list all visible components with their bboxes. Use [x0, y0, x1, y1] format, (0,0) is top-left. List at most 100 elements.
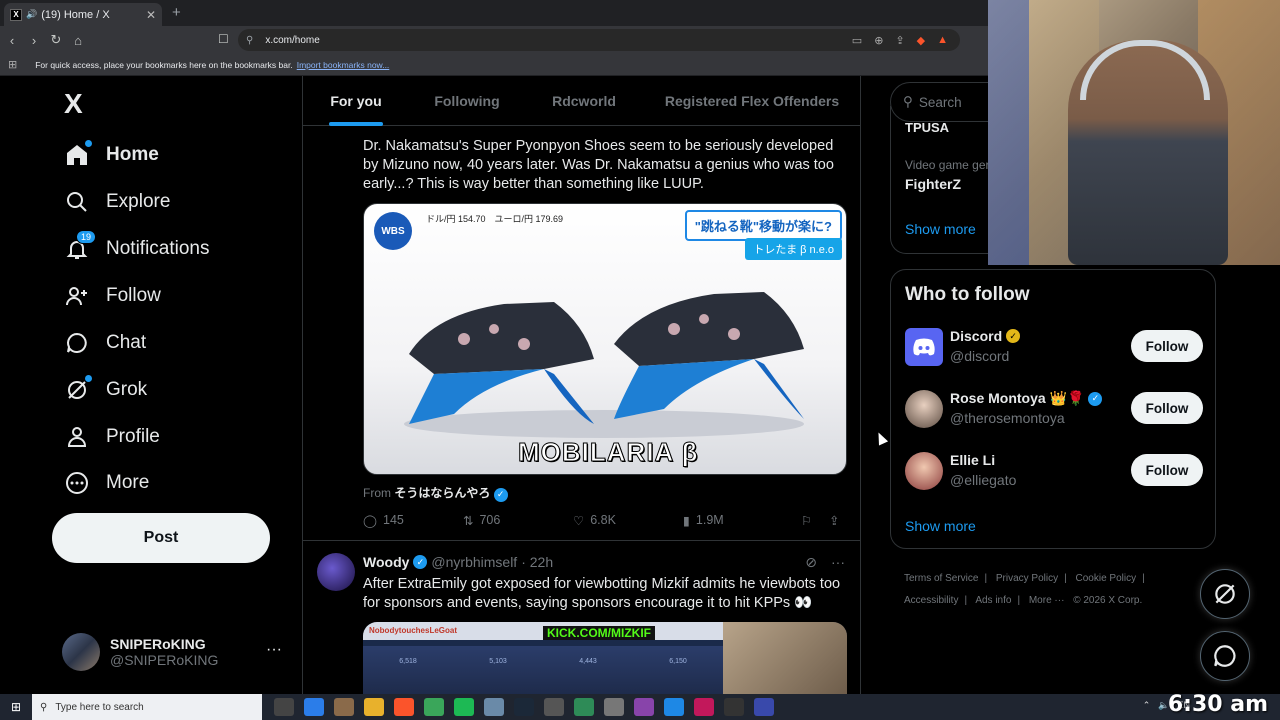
trend-item[interactable]: TPUSA [905, 120, 949, 135]
suggestion-handle[interactable]: @discord [950, 348, 1009, 364]
more-options-icon[interactable]: ··· [831, 554, 845, 571]
windows-start-icon[interactable]: ⊞ [0, 694, 32, 720]
x-logo-icon[interactable]: X [64, 88, 83, 120]
nav-item-more[interactable]: More [64, 463, 149, 503]
back-icon[interactable]: ‹ [2, 33, 22, 48]
reload-icon[interactable]: ↻ [46, 32, 66, 48]
tray-overflow-icon[interactable]: ⌃ [1143, 700, 1151, 711]
nav-label-more: More [106, 472, 150, 493]
tweet[interactable]: Woody ✓ @nyrbhimself · 22h ⊘ ··· After E… [303, 541, 861, 694]
suggestion-handle[interactable]: @therosemontoya [950, 410, 1065, 426]
tab-following[interactable]: Following [409, 76, 525, 126]
close-tab-icon[interactable]: ✕ [146, 8, 156, 22]
tweet-top-actions: ⊘ ··· [805, 554, 845, 571]
account-more-icon[interactable]: ··· [266, 641, 282, 659]
app-icon[interactable] [724, 698, 744, 716]
nav-item-explore[interactable]: Explore [64, 182, 170, 222]
accessibility-link[interactable]: Accessibility [904, 595, 958, 606]
suggestion-handle[interactable]: @elliegato [950, 472, 1016, 488]
like-button[interactable]: ♡ 6.8K [573, 513, 683, 528]
taskbar-search-input[interactable]: ⚲ Type here to search [32, 694, 262, 720]
author-handle[interactable]: @nyrbhimself [431, 554, 517, 570]
app-icon[interactable] [664, 698, 684, 716]
nav-item-notifications[interactable]: 19 Notifications [64, 229, 210, 269]
chat-fab-button[interactable] [1200, 631, 1250, 681]
steam-icon[interactable] [514, 698, 534, 716]
follow-suggestion[interactable]: Ellie Li @elliegato Follow [905, 448, 1203, 498]
nav-item-home[interactable]: Home [64, 135, 159, 175]
suggestion-name[interactable]: Discord [950, 328, 1002, 344]
suggestion-name[interactable]: Ellie Li [950, 452, 995, 468]
show-more-suggestions-link[interactable]: Show more [905, 518, 976, 534]
app-icon[interactable] [574, 698, 594, 716]
home-page-icon[interactable]: ⌂ [68, 33, 88, 48]
cookie-link[interactable]: Cookie Policy [1076, 573, 1137, 584]
follow-suggestion[interactable]: Rose Montoya 👑🌹 ✓ @therosemontoya Follow [905, 386, 1203, 436]
nav-item-follow[interactable]: Follow [64, 276, 161, 316]
app-icon[interactable] [754, 698, 774, 716]
avatar[interactable] [317, 553, 355, 591]
views-button[interactable]: ▮ 1.9M [683, 513, 801, 528]
ads-info-link[interactable]: Ads info [975, 595, 1011, 606]
more-footer-link[interactable]: More ··· [1029, 595, 1065, 606]
from-name[interactable]: そうはならんやろ [394, 486, 490, 500]
file-explorer-icon[interactable] [364, 698, 384, 716]
suggestion-name[interactable]: Rose Montoya 👑🌹 [950, 390, 1084, 407]
tweet-media-image[interactable]: WBS ドル/円 154.70 ユーロ/円 179.69 "跳ねる靴"移動が楽に… [363, 203, 847, 475]
tab-for-you[interactable]: For you [303, 76, 409, 126]
address-bar[interactable]: ⚲ x.com/home ▭ ⊕ ⇪ ◆ ▲ [238, 29, 960, 51]
nav-item-profile[interactable]: Profile [64, 417, 160, 457]
nav-item-chat[interactable]: Chat [64, 323, 146, 363]
spotify-icon[interactable] [454, 698, 474, 716]
new-tab-button[interactable]: + [172, 4, 181, 21]
browser-tab[interactable]: X 🔊 (19) Home / X ✕ [4, 3, 162, 26]
share-icon[interactable]: ⇪ [829, 513, 839, 528]
camera-icon[interactable] [544, 698, 564, 716]
audio-icon[interactable]: 🔊 [26, 9, 37, 20]
tweet-media-video[interactable]: NobodytouchesLeGoat KICK.COM/MIZKIF 6,51… [363, 622, 847, 694]
tweet[interactable]: Dr. Nakamatsu's Super Pyonpyon Shoes see… [303, 126, 861, 541]
show-more-trends-link[interactable]: Show more [905, 221, 976, 237]
apps-grid-icon[interactable]: ⊞ [8, 58, 17, 71]
terms-link[interactable]: Terms of Service [904, 573, 978, 584]
follow-suggestion[interactable]: Discord ✓ @discord Follow [905, 324, 1203, 374]
account-switcher[interactable]: SNIPERoKING @SNIPERoKING ··· [62, 629, 292, 675]
tab-registered-flex-offenders[interactable]: Registered Flex Offenders [643, 76, 861, 126]
trend-item[interactable]: FighterZ [905, 176, 961, 192]
author-name[interactable]: Woody [363, 554, 409, 570]
edge-icon[interactable] [304, 698, 324, 716]
brave-icon[interactable] [394, 698, 414, 716]
follow-button[interactable]: Follow [1131, 392, 1203, 424]
tweet-time[interactable]: · 22h [521, 554, 553, 570]
grok-fab-button[interactable] [1200, 569, 1250, 619]
bookmark-icon[interactable]: ⚐ [801, 513, 829, 528]
app-icon[interactable] [634, 698, 654, 716]
repost-button[interactable]: ⇅ 706 [463, 513, 573, 528]
brave-shield-icon[interactable]: ◆ [917, 34, 925, 47]
reply-button[interactable]: ◯ 145 [363, 513, 463, 528]
tweet-source[interactable]: From そうはならんやろ ✓ [363, 484, 508, 502]
app-icon[interactable] [484, 698, 504, 716]
import-bookmarks-link[interactable]: Import bookmarks now... [297, 60, 390, 70]
task-view-icon[interactable] [274, 698, 294, 716]
share-icon[interactable]: ⇪ [895, 34, 904, 47]
app-icon[interactable] [424, 698, 444, 716]
forward-icon[interactable]: › [24, 33, 44, 48]
brave-rewards-icon[interactable]: ▲ [937, 34, 948, 47]
follow-button[interactable]: Follow [1131, 454, 1203, 486]
app-icon[interactable] [604, 698, 624, 716]
cast-icon[interactable]: ▭ [852, 34, 862, 47]
privacy-link[interactable]: Privacy Policy [996, 573, 1058, 584]
tab-rdcworld[interactable]: Rdcworld [525, 76, 643, 126]
post-button[interactable]: Post [52, 513, 270, 563]
site-info-icon[interactable]: ⚲ [246, 35, 253, 46]
app-icon[interactable] [694, 698, 714, 716]
nav-item-grok[interactable]: Grok [64, 370, 147, 410]
zoom-icon[interactable]: ⊕ [874, 34, 883, 47]
grok-icon[interactable]: ⊘ [805, 554, 817, 571]
bookmark-page-icon[interactable]: ☐ [218, 32, 229, 46]
url-text[interactable]: x.com/home [265, 35, 851, 46]
app-icon[interactable] [334, 698, 354, 716]
follow-button[interactable]: Follow [1131, 330, 1203, 362]
clock[interactable]: 6:30 am [1168, 692, 1268, 717]
